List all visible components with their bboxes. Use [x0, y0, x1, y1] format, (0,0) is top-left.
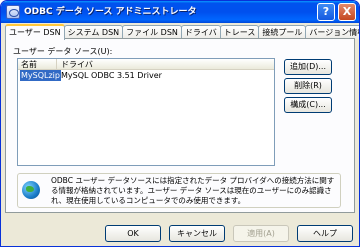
list-item[interactable]: MySQLzip MySQL ODBC 3.51 Driver — [18, 70, 274, 81]
user-data-sources-label: ユーザー データ ソース(U): — [13, 47, 113, 56]
apply-button[interactable]: 適用(A) — [233, 225, 289, 242]
odbc-admin-window: ODBC データ ソース アドミニストレータ ? X ユーザー DSN システム… — [0, 0, 360, 247]
data-source-driver: MySQL ODBC 3.51 Driver — [61, 71, 162, 80]
title-bar[interactable]: ODBC データ ソース アドミニストレータ ? X — [1, 1, 359, 23]
tab-system-dsn[interactable]: システム DSN — [63, 25, 124, 39]
tab-drivers[interactable]: ドライバ — [180, 25, 221, 39]
list-header: 名前 ドライバ — [18, 59, 274, 70]
tab-file-dsn[interactable]: ファイル DSN — [122, 25, 182, 39]
column-header-driver[interactable]: ドライバ — [58, 59, 274, 70]
ok-button[interactable]: OK — [105, 225, 161, 242]
window-title: ODBC データ ソース アドミニストレータ — [24, 7, 197, 17]
tab-user-dsn[interactable]: ユーザー DSN — [5, 24, 65, 40]
data-source-list[interactable]: 名前 ドライバ MySQLzip MySQL ODBC 3.51 Driver — [17, 58, 275, 166]
tab-tracing[interactable]: トレース — [219, 25, 260, 39]
info-text: ODBC ユーザー データソースには指定されたデータ プロバイダへの接続方法に関… — [51, 176, 335, 205]
tab-strip: ユーザー DSN システム DSN ファイル DSN ドライバ トレース 接続プ… — [5, 24, 359, 40]
remove-button[interactable]: 削除(R) — [284, 78, 332, 94]
tab-connection-pooling[interactable]: 接続プール — [258, 25, 307, 39]
odbc-app-icon — [6, 5, 20, 19]
data-source-name[interactable]: MySQLzip — [20, 70, 61, 81]
column-header-name[interactable]: 名前 — [18, 59, 57, 70]
cancel-button[interactable]: キャンセル — [169, 225, 225, 242]
add-button[interactable]: 追加(D)... — [284, 59, 332, 75]
close-button[interactable]: X — [338, 3, 356, 21]
help-dialog-button[interactable]: ヘルプ — [297, 225, 353, 242]
help-button[interactable]: ? — [317, 3, 335, 21]
configure-button[interactable]: 構成(C)... — [284, 97, 332, 113]
tab-about[interactable]: バージョン情報 — [305, 25, 359, 39]
globe-icon — [22, 181, 40, 199]
